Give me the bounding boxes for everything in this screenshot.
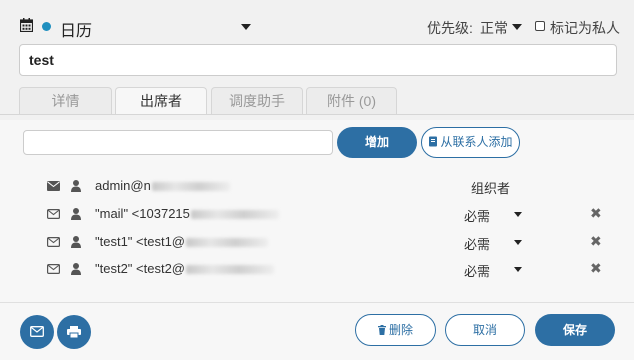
redacted-text	[190, 210, 279, 220]
chevron-down-icon[interactable]	[241, 24, 251, 30]
redacted-text	[151, 182, 230, 192]
chevron-down-icon[interactable]	[514, 212, 522, 217]
attendee-role-select[interactable]: 必需	[464, 206, 490, 225]
delete-label: 删除	[388, 323, 413, 337]
user-icon	[71, 208, 81, 220]
print-icon	[67, 326, 81, 338]
calendar-color-dot	[42, 22, 51, 31]
attendee-role-label: 组织者	[471, 181, 511, 196]
envelope-icon	[47, 181, 60, 191]
calendar-select[interactable]: 日历	[60, 17, 92, 41]
attendee-email: "test2" <test2@	[95, 261, 274, 276]
print-button[interactable]	[57, 315, 91, 349]
chevron-down-icon[interactable]	[514, 240, 522, 245]
tab-attachments[interactable]: 附件 (0)	[306, 87, 397, 114]
user-icon	[71, 236, 81, 248]
attendee-row: "mail" <1037215 必需 ✖	[0, 203, 634, 227]
private-checkbox[interactable]	[535, 21, 545, 31]
add-attendee-button[interactable]: 增加	[337, 127, 417, 158]
attendee-role-select[interactable]: 必需	[464, 261, 490, 280]
tab-scheduling-assistant[interactable]: 调度助手	[211, 87, 303, 114]
envelope-outline-icon[interactable]	[47, 237, 60, 247]
envelope-outline-icon[interactable]	[47, 209, 60, 219]
tab-attendees[interactable]: 出席者	[115, 87, 207, 115]
envelope-outline-icon[interactable]	[47, 264, 60, 274]
priority-select[interactable]: 正常	[480, 18, 508, 38]
chevron-down-icon[interactable]	[514, 267, 522, 272]
user-icon	[71, 263, 81, 275]
attendee-email: admin@n	[95, 178, 230, 193]
event-title-input[interactable]	[19, 44, 617, 76]
delete-button[interactable]: 删除	[355, 314, 436, 346]
attendee-email: "mail" <1037215	[95, 206, 279, 221]
redacted-text	[186, 265, 274, 275]
attendee-email: "test1" <test1@	[95, 234, 268, 249]
chevron-down-icon[interactable]	[512, 24, 522, 30]
add-from-contacts-label: 从联系人添加	[440, 135, 513, 149]
email-attendees-button[interactable]	[20, 315, 54, 349]
attendee-role-select[interactable]: 必需	[464, 234, 490, 253]
attendee-row: admin@n 组织者	[0, 175, 634, 199]
save-button[interactable]: 保存	[535, 314, 615, 346]
calendar-icon	[20, 18, 33, 32]
tab-details[interactable]: 详情	[19, 87, 112, 114]
remove-attendee-icon[interactable]: ✖	[590, 260, 602, 277]
address-book-icon	[429, 136, 438, 147]
private-label[interactable]: 标记为私人	[550, 18, 620, 38]
attendee-row: "test2" <test2@ 必需 ✖	[0, 258, 634, 282]
user-icon	[71, 180, 81, 192]
cancel-button[interactable]: 取消	[445, 314, 525, 346]
add-from-contacts-button[interactable]: 从联系人添加	[421, 127, 520, 158]
remove-attendee-icon[interactable]: ✖	[590, 233, 602, 250]
remove-attendee-icon[interactable]: ✖	[590, 205, 602, 222]
priority-label: 优先级:	[427, 20, 473, 36]
attendee-search-input[interactable]	[23, 130, 333, 155]
redacted-text	[186, 238, 268, 248]
tab-divider	[0, 114, 634, 115]
trash-icon	[377, 325, 386, 335]
attendee-row: "test1" <test1@ 必需 ✖	[0, 231, 634, 255]
envelope-outline-icon	[30, 326, 44, 337]
